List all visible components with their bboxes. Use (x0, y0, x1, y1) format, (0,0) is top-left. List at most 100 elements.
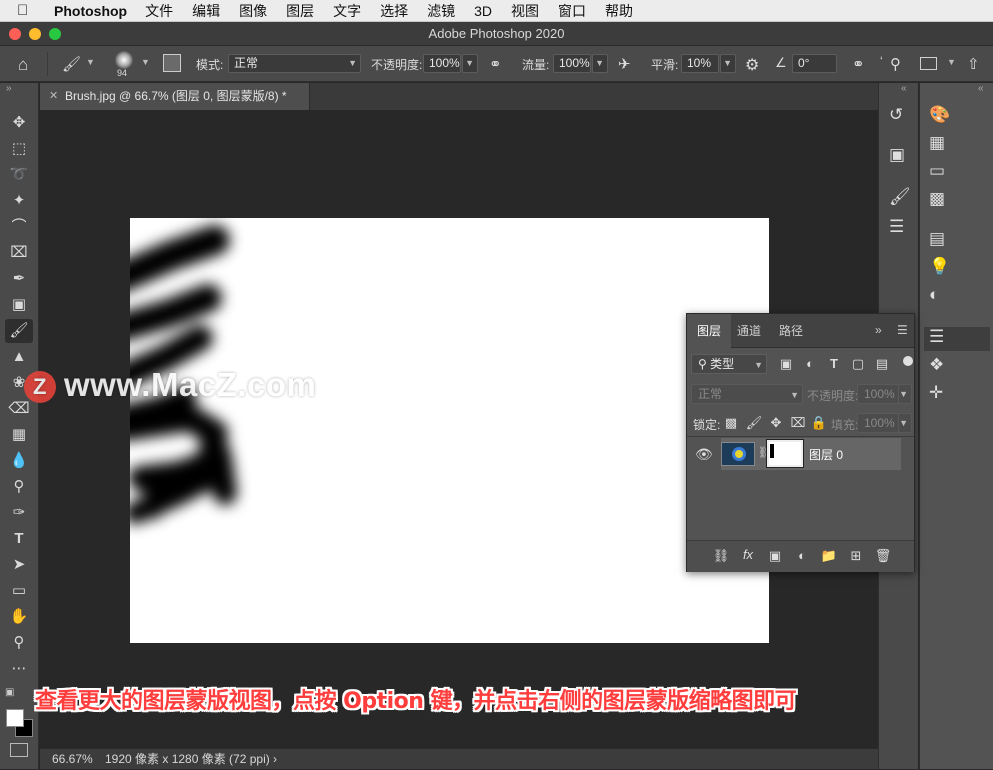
type-tool-icon[interactable]: T (5, 527, 33, 551)
layer-thumbnail[interactable] (721, 442, 755, 466)
swatches-panel-icon[interactable]: ▦ (929, 133, 945, 153)
pressure-size-icon[interactable]: ⚭ (852, 55, 865, 73)
healing-brush-tool-icon[interactable]: ▣ (5, 293, 33, 317)
eye-visibility-icon[interactable]: 👁 (695, 446, 713, 463)
filter-type-icon[interactable]: T (825, 356, 843, 371)
gradients-panel-icon[interactable]: ▭ (929, 161, 945, 181)
filter-shape-icon[interactable]: ▢ (849, 356, 867, 372)
apple-menu-icon[interactable]:  (17, 2, 37, 19)
fill-dropdown[interactable]: ▼ (898, 413, 912, 433)
filter-smart-object-icon[interactable]: ▤ (873, 356, 891, 372)
panel-menu-icon[interactable]: ☰ (897, 323, 908, 337)
search-icon[interactable]: ⚲ (890, 55, 901, 73)
quick-mask-icon[interactable] (10, 743, 28, 757)
properties-panel-icon[interactable]: ☰ (889, 217, 904, 237)
move-tool-icon[interactable]: ✥ (5, 111, 33, 135)
tab-channels[interactable]: 通道 (727, 314, 771, 348)
filter-kind-select[interactable]: ⚲ 类型 ▼ (691, 354, 767, 374)
lasso-tool-icon[interactable]: ➰ (5, 163, 33, 187)
blend-mode-select[interactable]: 正常 ▼ (691, 384, 803, 404)
brushes-panel-icon[interactable]: 🖌 (889, 187, 911, 207)
filter-adjustment-icon[interactable]: ◐ (801, 356, 819, 371)
brush-tool-icon[interactable]: 🖌 (5, 319, 33, 343)
zoom-window-button[interactable] (49, 28, 61, 40)
blur-tool-icon[interactable]: 💧 (5, 449, 33, 473)
brush-tool-preset-icon[interactable]: 🖌 (62, 55, 81, 73)
mode-select[interactable]: 正常 ▼ (228, 54, 361, 73)
flow-input[interactable]: 100% (553, 54, 591, 73)
color-panel-icon[interactable]: 🎨 (929, 105, 950, 125)
edit-toolbar-icon[interactable]: ⋯ (5, 657, 33, 681)
gradient-tool-icon[interactable]: ▦ (5, 423, 33, 447)
brush-angle-input[interactable]: 0° (792, 54, 837, 73)
lock-position-icon[interactable]: ✥ (767, 415, 785, 431)
brush-settings-panel-icon[interactable] (163, 54, 181, 72)
lock-image-pixels-icon[interactable]: 🖌 (745, 415, 763, 431)
learn-panel-icon[interactable]: 💡 (929, 257, 950, 277)
channels-panel-icon[interactable]: ❖ (929, 355, 944, 375)
lock-all-icon[interactable]: 🔒 (810, 415, 828, 431)
rectangle-tool-icon[interactable]: ▭ (5, 579, 33, 603)
zoom-level[interactable]: 66.67% (52, 749, 93, 770)
close-tab-icon[interactable]: ✕ (49, 83, 58, 110)
menu-item-image[interactable]: 图像 (239, 1, 267, 21)
zoom-tool-icon[interactable]: ⚲ (5, 631, 33, 655)
magic-wand-tool-icon[interactable]: ✦ (5, 189, 33, 213)
dodge-tool-icon[interactable]: ⚲ (5, 475, 33, 499)
home-icon[interactable]: ⌂ (18, 55, 28, 75)
smoothing-input[interactable]: 10% (681, 54, 719, 73)
default-colors-icon[interactable]: ▣ (5, 687, 14, 698)
paths-panel-icon[interactable]: ✛ (929, 383, 943, 403)
chevron-down-icon[interactable]: ▼ (86, 57, 95, 67)
link-layers-icon[interactable]: ⛓ (712, 548, 730, 564)
document-canvas[interactable] (130, 218, 769, 643)
adjustments-panel-icon[interactable]: ◐ (929, 285, 939, 305)
hand-tool-icon[interactable]: ✋ (5, 605, 33, 629)
menu-item-filter[interactable]: 滤镜 (427, 1, 455, 21)
menu-item-layer[interactable]: 图层 (286, 1, 314, 21)
eyedropper-tool-icon[interactable]: ✒ (5, 267, 33, 291)
patterns-panel-icon[interactable]: ▩ (929, 189, 945, 209)
opacity-input[interactable]: 100% (423, 54, 461, 73)
lock-artboard-icon[interactable]: ⌧ (789, 415, 807, 431)
menu-item-file[interactable]: 文件 (145, 1, 173, 21)
tab-paths[interactable]: 路径 (769, 314, 813, 348)
menu-item-edit[interactable]: 编辑 (192, 1, 220, 21)
workspace-icon[interactable] (920, 57, 937, 70)
document-tab[interactable]: ✕ Brush.jpg @ 66.7% (图层 0, 图层蒙版/8) * (40, 83, 310, 110)
collapse-panel-icon[interactable]: » (875, 323, 882, 337)
libraries-panel-icon[interactable]: ▤ (929, 229, 945, 249)
layer-opacity-input[interactable]: 100% (857, 384, 899, 404)
3d-panel-icon[interactable]: ▣ (889, 145, 905, 165)
pressure-opacity-icon[interactable]: ⚭ (489, 55, 502, 73)
collapse-toolbar-icon[interactable]: » (6, 83, 12, 94)
minimize-window-button[interactable] (29, 28, 41, 40)
airbrush-icon[interactable]: ✈ (618, 55, 631, 73)
layer-style-fx-icon[interactable]: fx (739, 547, 757, 562)
layers-panel-icon[interactable]: ☰ (929, 327, 944, 347)
filter-pixel-icon[interactable]: ▣ (777, 356, 795, 372)
menu-item-3d[interactable]: 3D (474, 3, 492, 19)
layer-name[interactable]: 图层 0 (809, 446, 843, 463)
path-selection-tool-icon[interactable]: ➤ (5, 553, 33, 577)
pen-tool-icon[interactable]: ✑ (5, 501, 33, 525)
opacity-dropdown[interactable]: ▼ (462, 54, 478, 73)
filter-toggle[interactable] (903, 356, 913, 366)
lock-transparent-pixels-icon[interactable]: ▩ (722, 415, 740, 431)
menu-item-select[interactable]: 选择 (380, 1, 408, 21)
marquee-tool-icon[interactable]: ⬚ (5, 137, 33, 161)
gear-icon[interactable]: ⚙ (745, 55, 759, 75)
menu-item-view[interactable]: 视图 (511, 1, 539, 21)
smoothing-dropdown[interactable]: ▼ (720, 54, 736, 73)
symmetry-icon[interactable]: ‘ (880, 54, 883, 68)
foreground-color-swatch[interactable] (6, 709, 24, 727)
collapse-dock-icon[interactable]: « (901, 83, 907, 94)
share-icon[interactable]: ⇧ (967, 55, 980, 73)
chevron-right-icon[interactable]: › (273, 749, 277, 770)
menu-item-type[interactable]: 文字 (333, 1, 361, 21)
chevron-down-icon[interactable]: ▼ (141, 57, 150, 67)
menu-item-window[interactable]: 窗口 (558, 1, 586, 21)
tab-layers[interactable]: 图层 (687, 314, 732, 348)
close-window-button[interactable] (9, 28, 21, 40)
menu-app-name[interactable]: Photoshop (54, 3, 127, 19)
